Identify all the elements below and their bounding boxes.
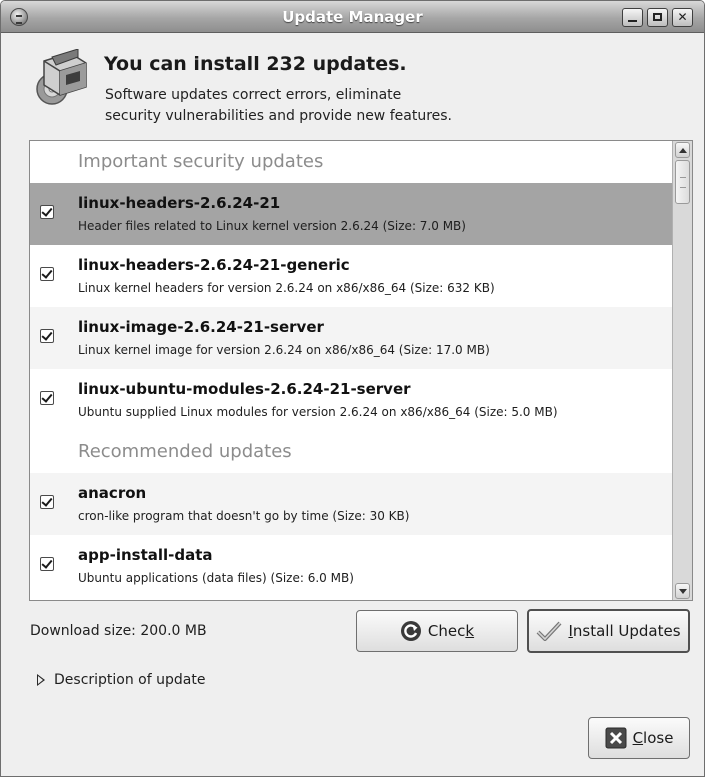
- package-name: linux-image-2.6.24-21-server: [78, 318, 324, 336]
- window-title: Update Manager: [282, 8, 423, 26]
- header-description-line-1: Software updates correct errors, elimina…: [105, 87, 402, 103]
- description-expander-label: Description of update: [54, 672, 206, 688]
- updates-list[interactable]: Important security updates linux-headers…: [29, 140, 693, 601]
- update-checkbox[interactable]: [40, 391, 54, 405]
- check-button[interactable]: Check: [356, 610, 518, 652]
- close-icon: ✕: [677, 10, 688, 24]
- package-name: app-install-data: [78, 546, 213, 564]
- maximize-icon: [653, 13, 662, 21]
- package-name: anacron: [78, 484, 147, 502]
- check-label-mnemonic: k: [465, 622, 475, 640]
- close-label-mnemonic: C: [632, 729, 644, 747]
- title-bar[interactable]: Update Manager ✕: [1, 1, 704, 33]
- package-name: linux-headers-2.6.24-21: [78, 194, 281, 212]
- update-row-app-install-data[interactable]: app-install-data Ubuntu applications (da…: [30, 535, 673, 597]
- update-count-headline: You can install 232 updates.: [104, 53, 407, 75]
- update-checkbox[interactable]: [40, 329, 54, 343]
- update-checkbox[interactable]: [40, 557, 54, 571]
- scroll-up-arrow-icon[interactable]: [675, 142, 690, 158]
- package-description: Linux kernel headers for version 2.6.24 …: [78, 281, 495, 295]
- update-row-linux-headers-generic[interactable]: linux-headers-2.6.24-21-generic Linux ke…: [30, 245, 673, 307]
- package-description: Header files related to Linux kernel ver…: [78, 219, 466, 233]
- check-button-label: Check: [428, 622, 474, 640]
- update-manager-window: Update Manager ✕ You can install 232 upd…: [0, 0, 705, 777]
- scrollbar-thumb[interactable]: [675, 160, 690, 204]
- install-updates-label: Install Updates: [568, 622, 680, 640]
- update-checkbox[interactable]: [40, 267, 54, 281]
- refresh-icon: [400, 621, 421, 641]
- section-recommended: Recommended updates: [30, 431, 673, 473]
- update-row-linux-image-server[interactable]: linux-image-2.6.24-21-server Linux kerne…: [30, 307, 673, 369]
- update-row-linux-ubuntu-modules[interactable]: linux-ubuntu-modules-2.6.24-21-server Ub…: [30, 369, 673, 431]
- package-description: cron-like program that doesn't go by tim…: [78, 509, 410, 523]
- package-description: Ubuntu supplied Linux modules for versio…: [78, 405, 558, 419]
- package-description: Linux kernel image for version 2.6.24 on…: [78, 343, 490, 357]
- package-update-icon: [36, 49, 87, 105]
- maximize-button[interactable]: [647, 8, 668, 27]
- header-description-line-2: security vulnerabilities and provide new…: [105, 108, 452, 124]
- description-expander[interactable]: Description of update: [37, 672, 205, 688]
- install-label-text: nstall Updates: [572, 622, 681, 640]
- update-checkbox[interactable]: [40, 205, 54, 219]
- package-name: linux-ubuntu-modules-2.6.24-21-server: [78, 380, 411, 398]
- update-row-linux-headers[interactable]: linux-headers-2.6.24-21 Header files rel…: [30, 183, 673, 245]
- check-label-text: Chec: [427, 622, 466, 640]
- package-description: Ubuntu applications (data files) (Size: …: [78, 571, 354, 585]
- section-important-security: Important security updates: [30, 141, 673, 183]
- close-window-button[interactable]: ✕: [672, 8, 693, 27]
- list-scrollbar[interactable]: [672, 141, 692, 600]
- update-row-anacron[interactable]: anacron cron-like program that doesn't g…: [30, 473, 673, 535]
- update-checkbox[interactable]: [40, 495, 54, 509]
- close-label-text: lose: [643, 729, 674, 747]
- scroll-down-arrow-icon[interactable]: [675, 583, 690, 599]
- install-updates-button[interactable]: Install Updates: [527, 609, 690, 653]
- header-description: Software updates correct errors, elimina…: [105, 85, 535, 127]
- minimize-icon: [628, 20, 637, 22]
- close-x-icon: [605, 727, 627, 749]
- package-name: linux-headers-2.6.24-21-generic: [78, 256, 350, 274]
- download-size-label: Download size: 200.0 MB: [30, 623, 207, 639]
- checkmark-icon: [537, 621, 562, 641]
- minimize-button[interactable]: [622, 8, 643, 27]
- updates-rows: Important security updates linux-headers…: [30, 141, 673, 597]
- close-button-label: Close: [633, 729, 674, 747]
- triangle-right-icon: [37, 674, 45, 686]
- close-button[interactable]: Close: [588, 717, 690, 759]
